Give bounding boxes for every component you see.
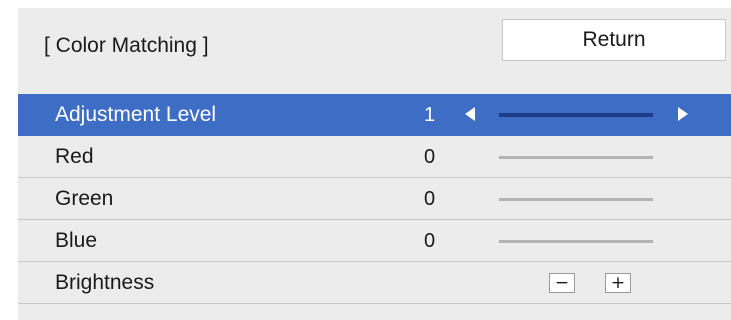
row-brightness[interactable]: Brightness − +: [18, 262, 731, 304]
brightness-increase-button[interactable]: +: [605, 273, 631, 293]
green-slider[interactable]: [499, 198, 653, 201]
row-adjustment-level[interactable]: Adjustment Level 1: [18, 94, 731, 136]
brightness-decrease-button[interactable]: −: [549, 273, 575, 293]
green-value: 0: [424, 188, 436, 210]
return-button[interactable]: Return: [502, 19, 726, 61]
adjustment-level-slider[interactable]: [499, 113, 653, 117]
row-green[interactable]: Green 0: [18, 178, 731, 220]
row-red[interactable]: Red 0: [18, 136, 731, 178]
color-matching-panel: [ Color Matching ] Return Adjustment Lev…: [18, 8, 731, 320]
blue-slider[interactable]: [499, 240, 653, 243]
blue-label: Blue: [55, 229, 98, 252]
green-label: Green: [55, 187, 114, 210]
brightness-label: Brightness: [55, 271, 155, 294]
settings-list: Adjustment Level 1 Red 0 Green 0 Blue 0 …: [18, 94, 731, 304]
adjustment-level-label: Adjustment Level: [55, 103, 217, 126]
red-value: 0: [424, 146, 436, 168]
page-title: [ Color Matching ]: [44, 34, 209, 57]
triangle-left-icon[interactable]: [465, 107, 475, 121]
red-label: Red: [55, 145, 94, 168]
blue-value: 0: [424, 230, 436, 252]
red-slider[interactable]: [499, 156, 653, 159]
triangle-right-icon[interactable]: [678, 107, 688, 121]
adjustment-level-value: 1: [424, 104, 436, 126]
row-blue[interactable]: Blue 0: [18, 220, 731, 262]
